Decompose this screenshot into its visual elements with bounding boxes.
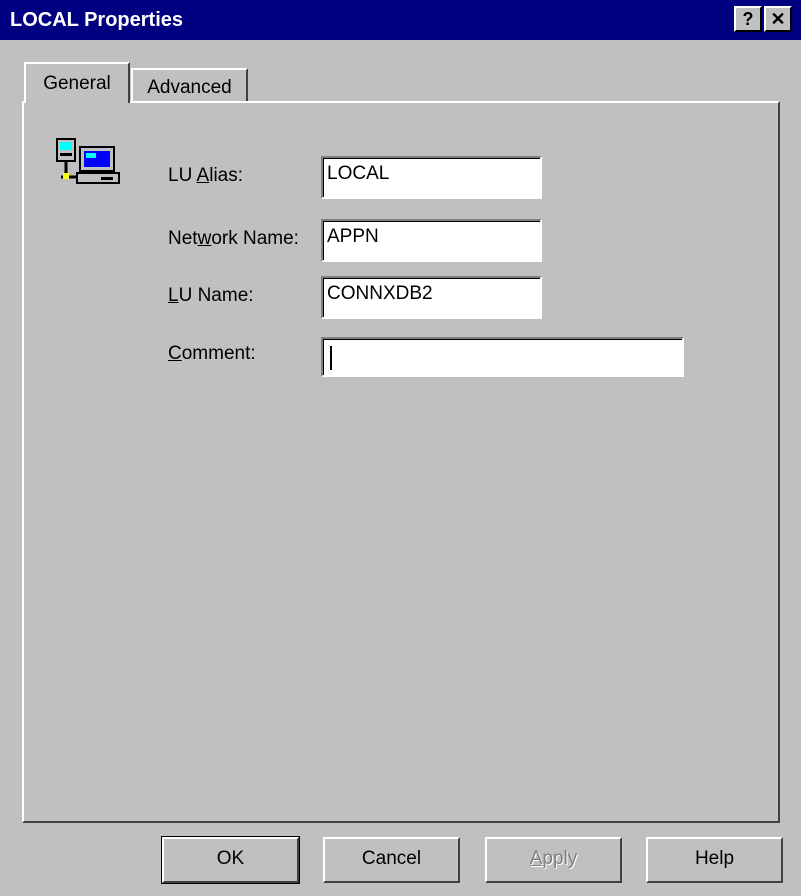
apply-button[interactable]: Apply xyxy=(485,837,622,883)
network-computer-icon xyxy=(56,138,120,184)
close-button[interactable]: ✕ xyxy=(764,6,792,32)
comment-label: Comment: xyxy=(168,343,256,364)
help-dialog-button[interactable]: Help xyxy=(646,837,783,883)
ok-button[interactable]: OK xyxy=(161,836,300,884)
network-name-input[interactable]: APPN xyxy=(321,219,542,262)
cancel-button[interactable]: Cancel xyxy=(323,837,460,883)
tab-advanced[interactable]: Advanced xyxy=(131,68,248,102)
tab-advanced-label: Advanced xyxy=(147,77,232,98)
lu-name-label: LU Name: xyxy=(168,285,254,306)
lu-alias-input[interactable]: LOCAL xyxy=(321,156,542,199)
lu-alias-label: LU Alias: xyxy=(168,165,244,186)
comment-input[interactable] xyxy=(321,337,684,377)
title-bar: LOCAL Properties ? ✕ xyxy=(0,0,801,40)
tab-panel-general: LU Alias: LOCAL Network Name: APPN LU Na… xyxy=(22,101,780,823)
cancel-button-label: Cancel xyxy=(361,848,422,869)
network-name-value: APPN xyxy=(327,226,379,247)
lu-name-value: CONNXDB2 xyxy=(327,283,433,304)
lu-alias-value: LOCAL xyxy=(327,163,390,184)
ok-button-label: OK xyxy=(216,848,245,869)
help-button-label: Help xyxy=(694,848,735,869)
window-title: LOCAL Properties xyxy=(10,9,183,31)
help-button[interactable]: ? xyxy=(734,6,762,32)
text-caret xyxy=(330,346,332,370)
lu-name-input[interactable]: CONNXDB2 xyxy=(321,276,542,319)
tab-general-label: General xyxy=(43,73,111,94)
tab-general[interactable]: General xyxy=(24,62,130,103)
apply-button-label: Apply xyxy=(529,848,578,869)
network-name-label: Network Name: xyxy=(168,228,299,249)
